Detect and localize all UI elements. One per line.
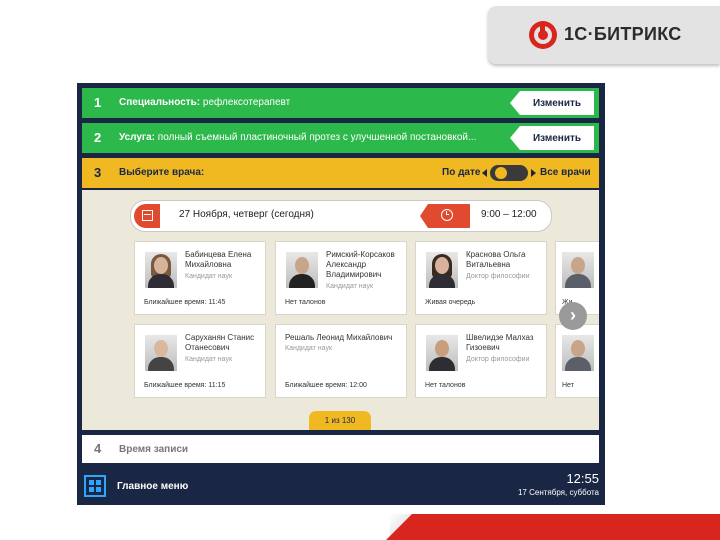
all-doctors-option[interactable]: Все врачи	[540, 167, 591, 178]
date-time-bar: 27 Ноября, четверг (сегодня) 9:00 – 12:0…	[130, 200, 552, 232]
doctor-availability: Нет талонов	[425, 382, 466, 389]
doctor-photo	[145, 252, 177, 288]
doctor-card[interactable]: Римский-Корсаков Александр Владимирович …	[275, 241, 407, 315]
doctor-card[interactable]: Саруханян Станис Отанесович Кандидат нау…	[134, 324, 266, 398]
doctor-degree: Доктор философии	[466, 273, 530, 280]
doctor-card-peek[interactable]: Нет	[555, 324, 599, 398]
doctor-name: Решаль Леонид Михайлович	[285, 333, 393, 342]
step-number: 1	[94, 95, 102, 110]
doctor-photo	[426, 252, 458, 288]
doctor-name: Римский-Корсаков Александр Владимирович	[326, 250, 395, 279]
doctor-card[interactable]: Решаль Леонид Михайлович Кандидат наук Б…	[275, 324, 407, 398]
doctor-availability: Нет	[562, 382, 574, 389]
step-value: рефлексотерапевт	[202, 97, 291, 108]
app-window: 1 Специальность: рефлексотерапевт Измени…	[77, 83, 605, 505]
calendar-button[interactable]	[134, 204, 160, 228]
arrow-right-icon	[531, 169, 536, 177]
doctor-availability: Ближайшее время: 11:45	[144, 299, 226, 306]
doctor-availability: Ближайшее время: 12:00	[285, 382, 367, 389]
time-button[interactable]	[420, 204, 470, 228]
doctor-card[interactable]: Швелидзе Малхаз Гизоевич Доктор философи…	[415, 324, 547, 398]
doctor-panel: 27 Ноября, четверг (сегодня) 9:00 – 12:0…	[82, 190, 599, 430]
change-specialty-button[interactable]: Изменить	[510, 91, 594, 115]
step-label: Выберите врача:	[119, 167, 205, 178]
clock-icon	[441, 209, 453, 221]
doctor-photo	[286, 252, 318, 288]
logo-plate: 1С·БИТРИКС	[488, 6, 720, 64]
logo-text: 1С·БИТРИКС	[564, 24, 682, 44]
toggle-knob	[495, 167, 507, 179]
bitrix-logo-icon	[529, 21, 557, 49]
clock-time: 12:55	[566, 471, 599, 486]
doctor-degree: Кандидат наук	[185, 273, 233, 280]
change-service-button[interactable]: Изменить	[510, 126, 594, 150]
selected-date[interactable]: 27 Ноября, четверг (сегодня)	[179, 209, 314, 220]
doctor-availability: Живая очередь	[425, 299, 476, 306]
step-label: Услуга:	[119, 132, 155, 143]
step-specialty: 1 Специальность: рефлексотерапевт Измени…	[82, 88, 599, 118]
doctor-photo	[562, 335, 594, 371]
doctor-card[interactable]: Краснова Ольга Витальевна Доктор философ…	[415, 241, 547, 315]
doctor-name: Бабинцева Елена Михайловна	[185, 250, 252, 269]
doctor-degree: Кандидат наук	[285, 345, 333, 352]
doctor-photo	[562, 252, 594, 288]
main-menu-icon[interactable]	[84, 475, 106, 497]
page-indicator: 1 из 130	[309, 411, 371, 430]
step-value: полный съемный пластиночный протез с улу…	[157, 132, 477, 143]
chevron-right-icon: ›	[570, 305, 576, 325]
step-number: 3	[94, 165, 102, 180]
arrow-left-icon	[482, 169, 487, 177]
doctor-availability: Ближайшее время: 11:15	[144, 382, 226, 389]
step-appointment-time[interactable]: 4 Время записи	[82, 435, 599, 463]
clock-date: 17 Сентября, суббота	[517, 488, 599, 497]
doctor-name: Саруханян Станис Отанесович	[185, 333, 255, 352]
doctor-card[interactable]: Бабинцева Елена Михайловна Кандидат наук…	[134, 241, 266, 315]
doctor-availability: Нет талонов	[285, 299, 326, 306]
selected-time-range[interactable]: 9:00 – 12:00	[481, 209, 537, 220]
sort-toggle[interactable]	[490, 165, 528, 181]
step-label: Специальность:	[119, 97, 201, 108]
doctor-degree: Кандидат наук	[185, 356, 233, 363]
main-menu-button[interactable]: Главное меню	[117, 481, 188, 492]
step-number: 4	[94, 441, 102, 456]
doctor-photo	[426, 335, 458, 371]
step-choose-doctor: 3 Выберите врача: По дате Все врачи	[82, 158, 599, 188]
doctor-photo	[145, 335, 177, 371]
step-number: 2	[94, 130, 102, 145]
calendar-icon	[142, 210, 153, 221]
sort-by-date-option[interactable]: По дате	[442, 167, 480, 178]
doctor-name: Швелидзе Малхаз Гизоевич	[466, 333, 534, 352]
step-service: 2 Услуга: полный съемный пластиночный пр…	[82, 123, 599, 153]
step-label: Время записи	[119, 444, 189, 455]
doctor-name: Краснова Ольга Витальевна	[466, 250, 526, 269]
decorative-red-band	[386, 514, 720, 540]
next-page-button[interactable]: ›	[559, 302, 587, 330]
doctor-degree: Доктор философии	[466, 356, 530, 363]
doctor-degree: Кандидат наук	[326, 283, 374, 290]
